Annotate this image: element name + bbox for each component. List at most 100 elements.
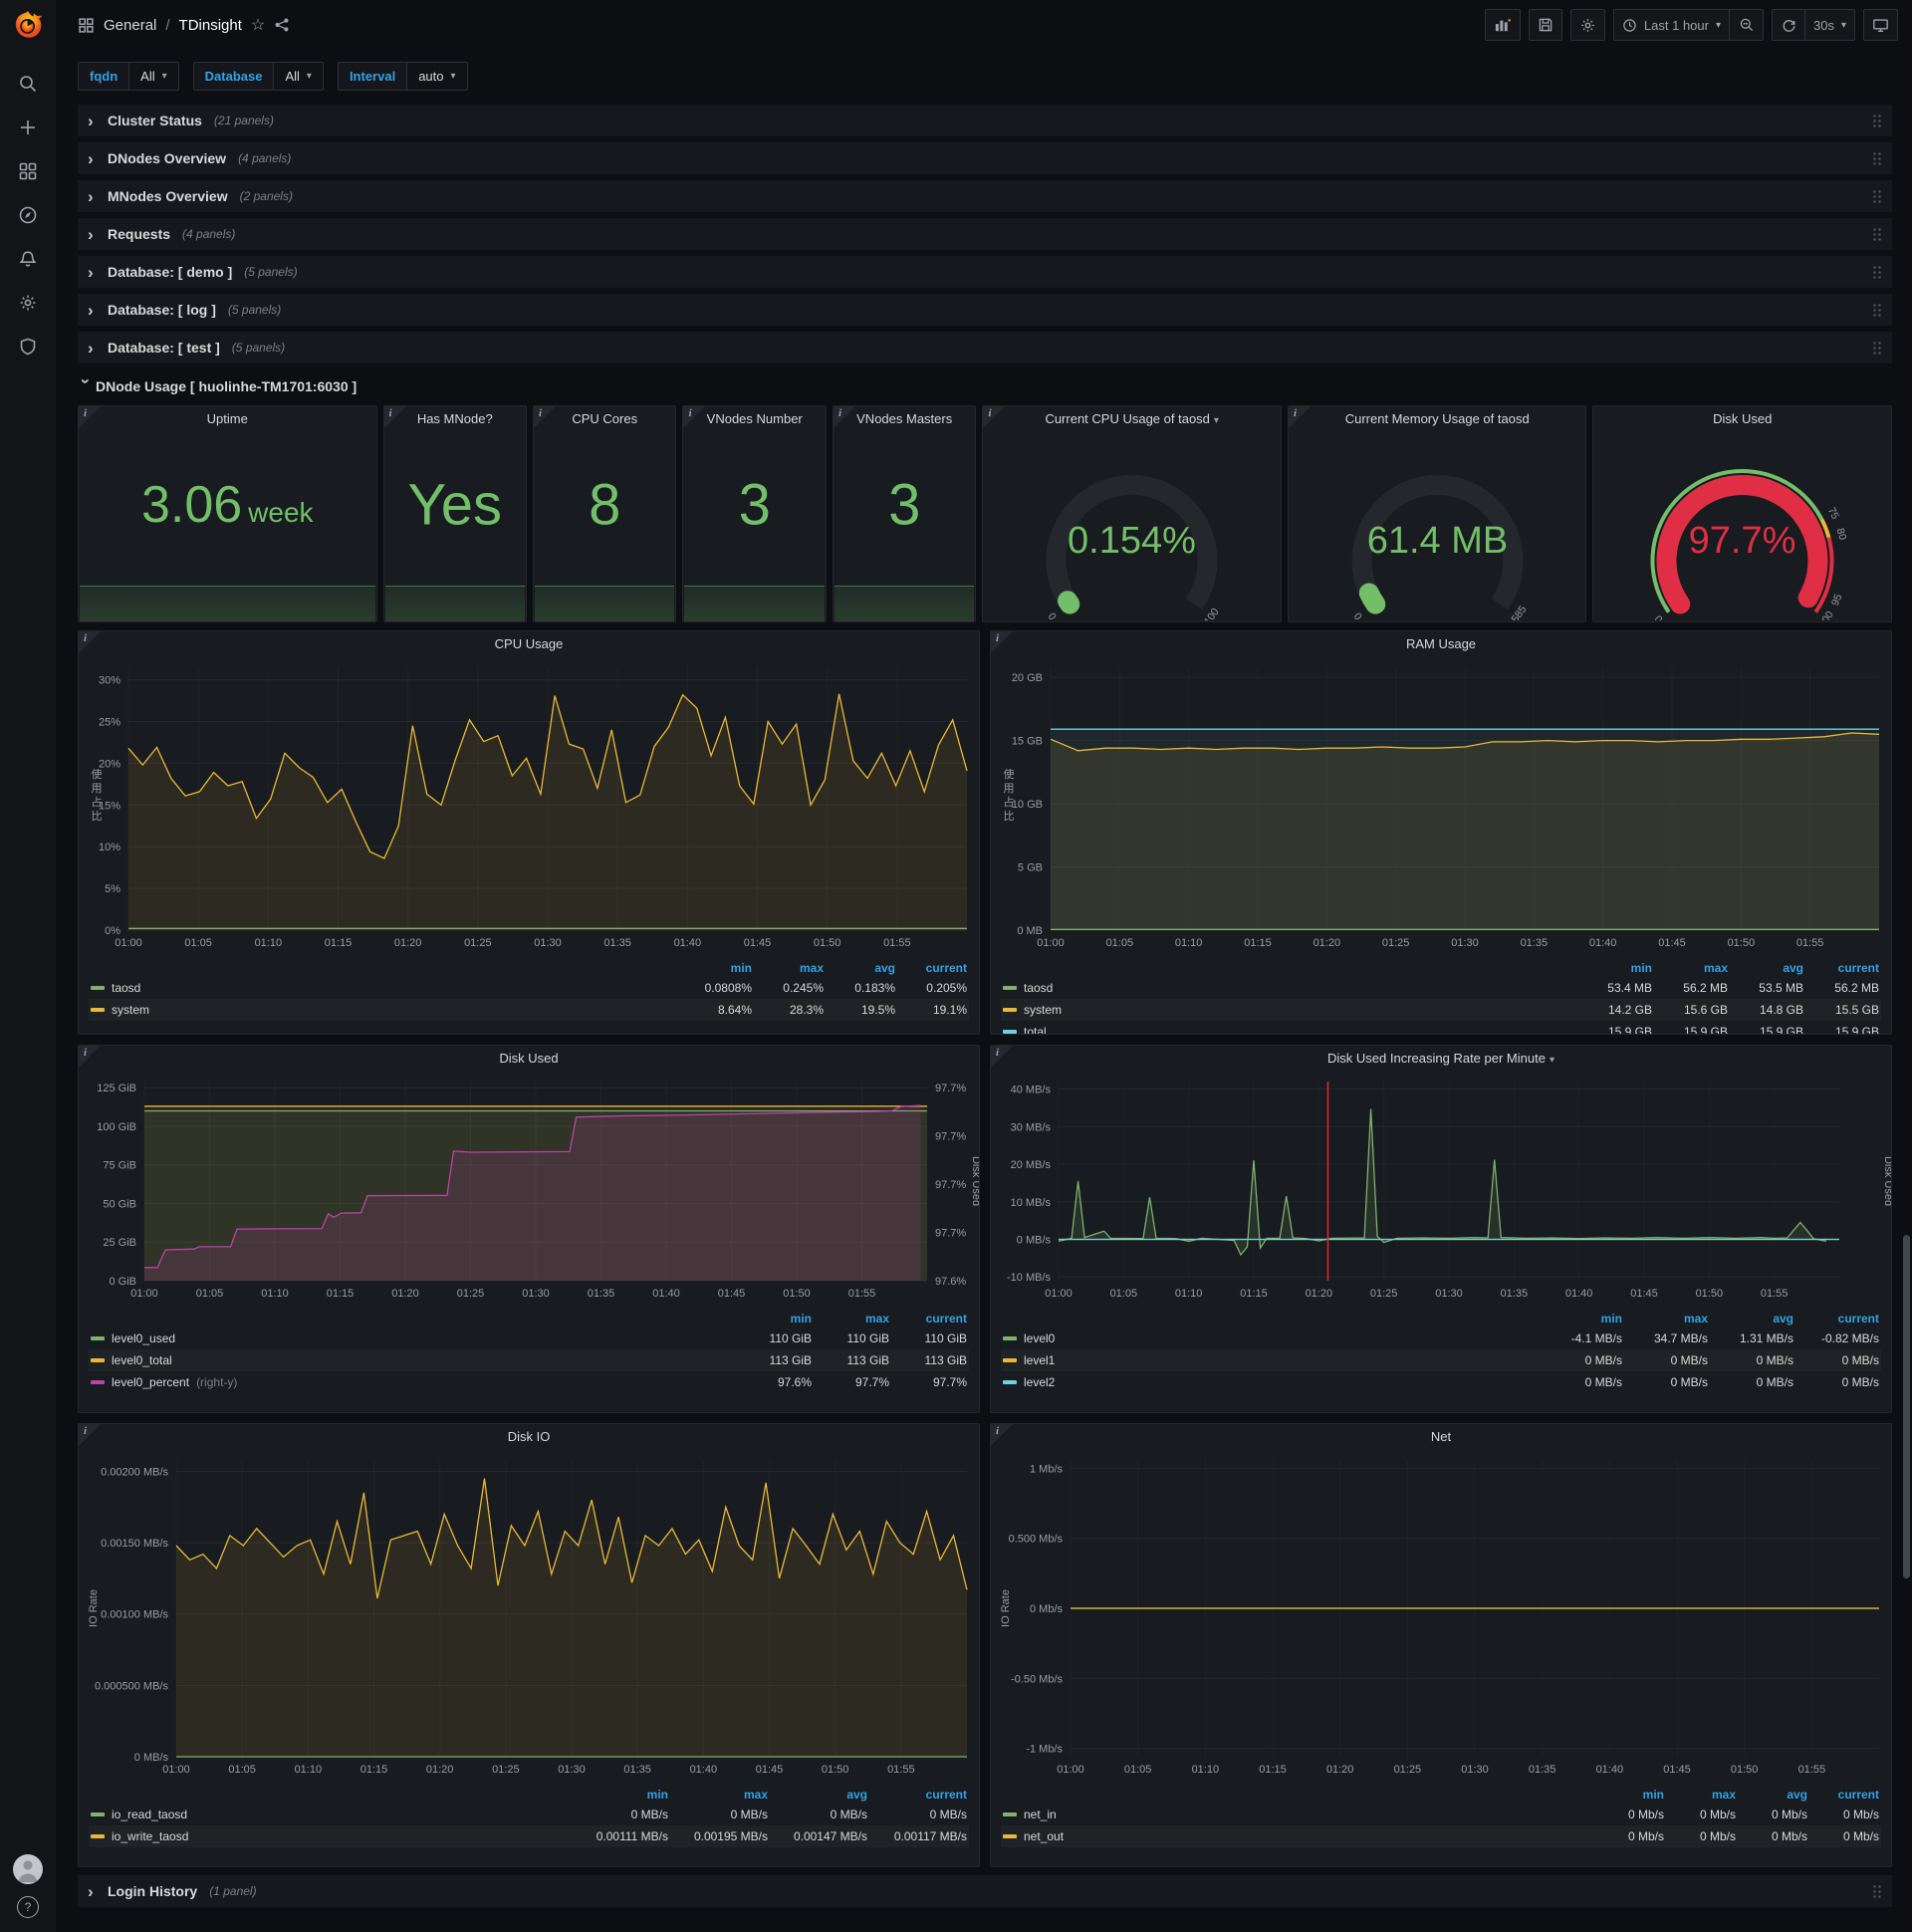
- server-admin-shield-icon[interactable]: [8, 327, 48, 366]
- chevron-right-icon: ›: [88, 338, 94, 358]
- add-icon[interactable]: [8, 108, 48, 147]
- svg-text:01:50: 01:50: [814, 937, 841, 949]
- svg-text:10%: 10%: [99, 842, 120, 853]
- legend-series-level0_used[interactable]: level0_used: [91, 1331, 734, 1345]
- legend-series-taosd[interactable]: taosd: [91, 981, 680, 995]
- row-database-test[interactable]: › Database: [ test ] (5 panels): [78, 332, 1892, 363]
- breadcrumb-section[interactable]: General: [104, 17, 156, 34]
- panel-info-corner[interactable]: [991, 1046, 1013, 1068]
- row-database-log[interactable]: › Database: [ log ] (5 panels): [78, 294, 1892, 326]
- panel-info-corner[interactable]: [79, 1424, 101, 1446]
- panel-title[interactable]: Disk Used Increasing Rate per Minute ▾: [991, 1046, 1891, 1072]
- search-icon[interactable]: [8, 64, 48, 104]
- variable-database: Database All ▾: [192, 62, 324, 91]
- disk-rate-chart[interactable]: 01:00 01:05 01:10 01:15 01:20 01:25 01:30 01:35…: [991, 1072, 1891, 1308]
- panel-title[interactable]: Net: [991, 1424, 1891, 1450]
- dashboard-settings-button[interactable]: [1569, 9, 1605, 41]
- ram-usage-chart[interactable]: 01:00 01:05 01:10 01:15 01:20 01:25 01:30 01:35…: [991, 657, 1891, 957]
- row-dnodes-overview[interactable]: › DNodes Overview (4 panels): [78, 142, 1892, 174]
- legend-series-total[interactable]: total: [1003, 1025, 1576, 1034]
- disk-used-chart[interactable]: 01:00 01:05 01:10 01:15 01:20 01:25 01:30 01:35…: [79, 1072, 979, 1308]
- star-icon[interactable]: ☆: [251, 15, 265, 35]
- legend-series-io_read_taosd[interactable]: io_read_taosd: [91, 1808, 569, 1821]
- legend-series-level0[interactable]: level0: [1003, 1331, 1537, 1345]
- user-avatar[interactable]: [13, 1854, 43, 1884]
- configuration-gear-icon[interactable]: [8, 283, 48, 323]
- panel-info-corner[interactable]: [79, 631, 101, 653]
- panel-info-corner[interactable]: [983, 406, 1006, 428]
- panel-info-corner[interactable]: [1288, 406, 1311, 428]
- cpu-usage-chart[interactable]: 01:00 01:05 01:10 01:15 01:20 01:25 01:30 01:35…: [79, 657, 979, 957]
- panel-title[interactable]: Disk Used: [1593, 406, 1891, 432]
- legend-series-system[interactable]: system: [91, 1003, 680, 1017]
- save-dashboard-button[interactable]: [1528, 9, 1562, 41]
- row-drag-handle[interactable]: [1872, 302, 1882, 318]
- legend-series-io_write_taosd[interactable]: io_write_taosd: [91, 1829, 569, 1843]
- net-chart[interactable]: 01:00 01:05 01:10 01:15 01:20 01:25 01:30 01:35…: [991, 1450, 1891, 1784]
- svg-text:01:25: 01:25: [457, 1288, 485, 1300]
- row-drag-handle[interactable]: [1872, 340, 1882, 356]
- row-drag-handle[interactable]: [1872, 1883, 1882, 1899]
- row-dnode-usage[interactable]: › DNode Usage [ huolinhe-TM1701:6030 ]: [77, 369, 1892, 403]
- row-drag-handle[interactable]: [1872, 226, 1882, 242]
- page-scrollbar-thumb[interactable]: [1903, 1235, 1910, 1578]
- panel-info-corner[interactable]: [683, 406, 706, 428]
- variable-database-value[interactable]: All ▾: [274, 62, 324, 91]
- panel-title[interactable]: Current Memory Usage of taosd: [1289, 406, 1586, 432]
- series-color-swatch: [91, 1812, 105, 1816]
- variable-fqdn-label[interactable]: fqdn: [78, 62, 130, 91]
- row-cluster-status[interactable]: › Cluster Status (21 panels): [78, 105, 1892, 136]
- variable-database-label[interactable]: Database: [192, 62, 275, 91]
- legend-series-net_in[interactable]: net_in: [1003, 1808, 1592, 1821]
- dashboards-icon[interactable]: [8, 151, 48, 191]
- legend-series-level1[interactable]: level1: [1003, 1353, 1537, 1367]
- row-database-demo[interactable]: › Database: [ demo ] (5 panels): [78, 256, 1892, 288]
- time-range-picker[interactable]: Last 1 hour ▾: [1612, 9, 1730, 41]
- breadcrumb-page-title[interactable]: TDinsight: [179, 17, 242, 34]
- disk-io-chart[interactable]: 01:00 01:05 01:10 01:15 01:20 01:25 01:30 01:35…: [79, 1450, 979, 1784]
- row-drag-handle[interactable]: [1872, 150, 1882, 166]
- refresh-interval-picker[interactable]: 30s ▾: [1805, 9, 1855, 41]
- explore-compass-icon[interactable]: [8, 195, 48, 235]
- variable-interval-label[interactable]: Interval: [337, 62, 408, 91]
- panel-info-corner[interactable]: [79, 406, 101, 428]
- panel-title[interactable]: Disk IO: [79, 1424, 979, 1450]
- zoom-out-button[interactable]: [1730, 9, 1764, 41]
- legend-series-net_out[interactable]: net_out: [1003, 1829, 1592, 1843]
- legend-series-level2[interactable]: level2: [1003, 1375, 1537, 1389]
- alerting-bell-icon[interactable]: [8, 239, 48, 279]
- row-mnodes-overview[interactable]: › MNodes Overview (2 panels): [78, 180, 1892, 212]
- panel-title[interactable]: RAM Usage: [991, 631, 1891, 657]
- share-icon[interactable]: [274, 17, 290, 33]
- refresh-button[interactable]: [1772, 9, 1805, 41]
- legend-series-system[interactable]: system: [1003, 1003, 1576, 1017]
- panel-info-corner[interactable]: [991, 631, 1013, 653]
- help-icon[interactable]: ?: [17, 1896, 39, 1918]
- panel-info-corner[interactable]: [383, 406, 406, 428]
- panel-info-corner[interactable]: [79, 1046, 101, 1068]
- panel-info-corner[interactable]: [534, 406, 556, 428]
- legend-series-level0_percent[interactable]: level0_percent (right-y): [91, 1375, 734, 1389]
- panel-title[interactable]: Uptime: [79, 406, 376, 432]
- legend-header: min max avg current: [1600, 1312, 1879, 1326]
- variable-interval-value[interactable]: auto ▾: [407, 62, 468, 91]
- grafana-logo[interactable]: [11, 8, 45, 42]
- row-drag-handle[interactable]: [1872, 113, 1882, 128]
- panel-title[interactable]: Current CPU Usage of taosd ▾: [983, 406, 1281, 432]
- panel-title[interactable]: CPU Usage: [79, 631, 979, 657]
- panel-info-corner[interactable]: [833, 406, 855, 428]
- legend-series-level0_total[interactable]: level0_total: [91, 1353, 734, 1367]
- kiosk-mode-button[interactable]: [1863, 9, 1898, 41]
- legend-value: 34.7 MB/s: [1653, 1331, 1708, 1345]
- panel-title[interactable]: Disk Used: [79, 1046, 979, 1072]
- variable-fqdn-value[interactable]: All ▾: [129, 62, 179, 91]
- panel-info-corner[interactable]: [991, 1424, 1013, 1446]
- row-requests[interactable]: › Requests (4 panels): [78, 218, 1892, 250]
- row-drag-handle[interactable]: [1872, 188, 1882, 204]
- add-panel-button[interactable]: [1484, 9, 1521, 41]
- panel-disk-used-chart: i Disk Used 01:00 01:05 01:10 01:15 01:20 01:…: [78, 1045, 980, 1413]
- row-login-history[interactable]: › Login History (1 panel): [78, 1875, 1892, 1907]
- row-drag-handle[interactable]: [1872, 264, 1882, 280]
- legend-series-taosd[interactable]: taosd: [1003, 981, 1576, 995]
- svg-text:IO Rate: IO Rate: [88, 1589, 100, 1627]
